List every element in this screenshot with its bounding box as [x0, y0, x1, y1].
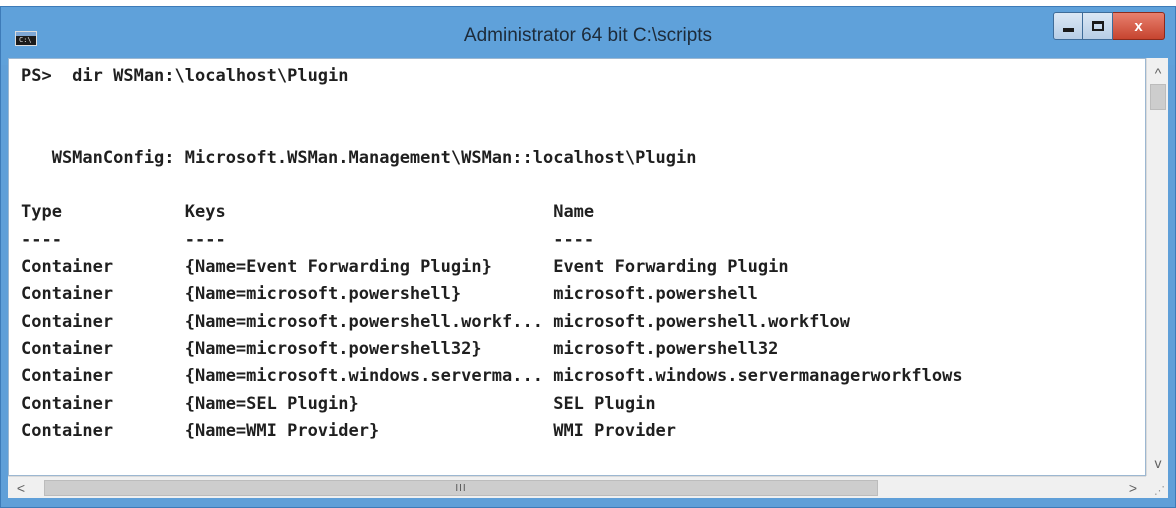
close-button[interactable]: x: [1113, 12, 1165, 40]
vertical-scrollbar[interactable]: ^ v: [1146, 58, 1168, 476]
title-bar[interactable]: C:\ Administrator 64 bit C:\scripts x: [1, 7, 1175, 65]
console-text: PS> dir WSMan:\localhost\Plugin WSManCon…: [21, 63, 963, 445]
console-line: PS> dir WSMan:\localhost\Plugin: [21, 66, 349, 86]
scroll-down-icon[interactable]: v: [1147, 452, 1169, 474]
console-line: Container {Name=Event Forwarding Plugin}…: [21, 257, 789, 278]
console-line: Container {Name=microsoft.windows.server…: [21, 366, 963, 387]
scroll-right-icon[interactable]: >: [1122, 477, 1144, 499]
console-line: Container {Name=microsoft.powershell} mi…: [21, 284, 758, 305]
maximize-button[interactable]: [1083, 12, 1113, 40]
vertical-scroll-thumb[interactable]: [1150, 84, 1166, 110]
maximize-icon: [1091, 21, 1104, 31]
console-line: Container {Name=SEL Plugin} SEL Plugin: [21, 393, 656, 414]
horizontal-scroll-thumb[interactable]: III: [44, 480, 878, 496]
scroll-up-icon[interactable]: ^: [1147, 62, 1169, 84]
minimize-icon: [1062, 28, 1074, 32]
horizontal-scrollbar[interactable]: < III >: [8, 476, 1146, 498]
console-line: Container {Name=microsoft.powershell.wor…: [21, 311, 851, 332]
close-icon: x: [1134, 17, 1143, 35]
window-title: Administrator 64 bit C:\scripts: [463, 25, 713, 46]
console-output[interactable]: PS> dir WSMan:\localhost\Plugin WSManCon…: [8, 58, 1146, 476]
grip-icon: III: [455, 482, 467, 494]
console-line: ---- ---- ----: [21, 229, 595, 250]
resize-grip-icon[interactable]: [1146, 476, 1168, 498]
console-line: Container {Name=WMI Provider} WMI Provid…: [21, 420, 677, 441]
console-line: WSManConfig: Microsoft.WSMan.Management\…: [21, 147, 697, 168]
console-line: Type Keys Name: [21, 202, 595, 223]
console-line: Container {Name=microsoft.powershell32} …: [21, 338, 779, 359]
window-controls: x: [1053, 12, 1165, 40]
minimize-button[interactable]: [1053, 12, 1083, 40]
scroll-left-icon[interactable]: <: [10, 477, 32, 499]
